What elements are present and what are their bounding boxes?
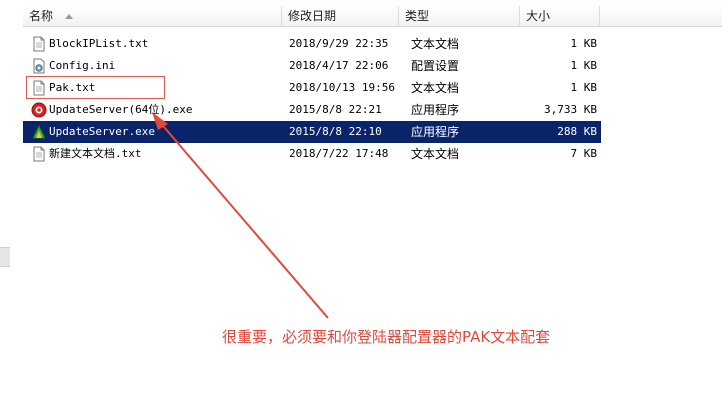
- annotation-note: 很重要，必须要和你登陆器配置器的PAK文本配套: [222, 328, 551, 346]
